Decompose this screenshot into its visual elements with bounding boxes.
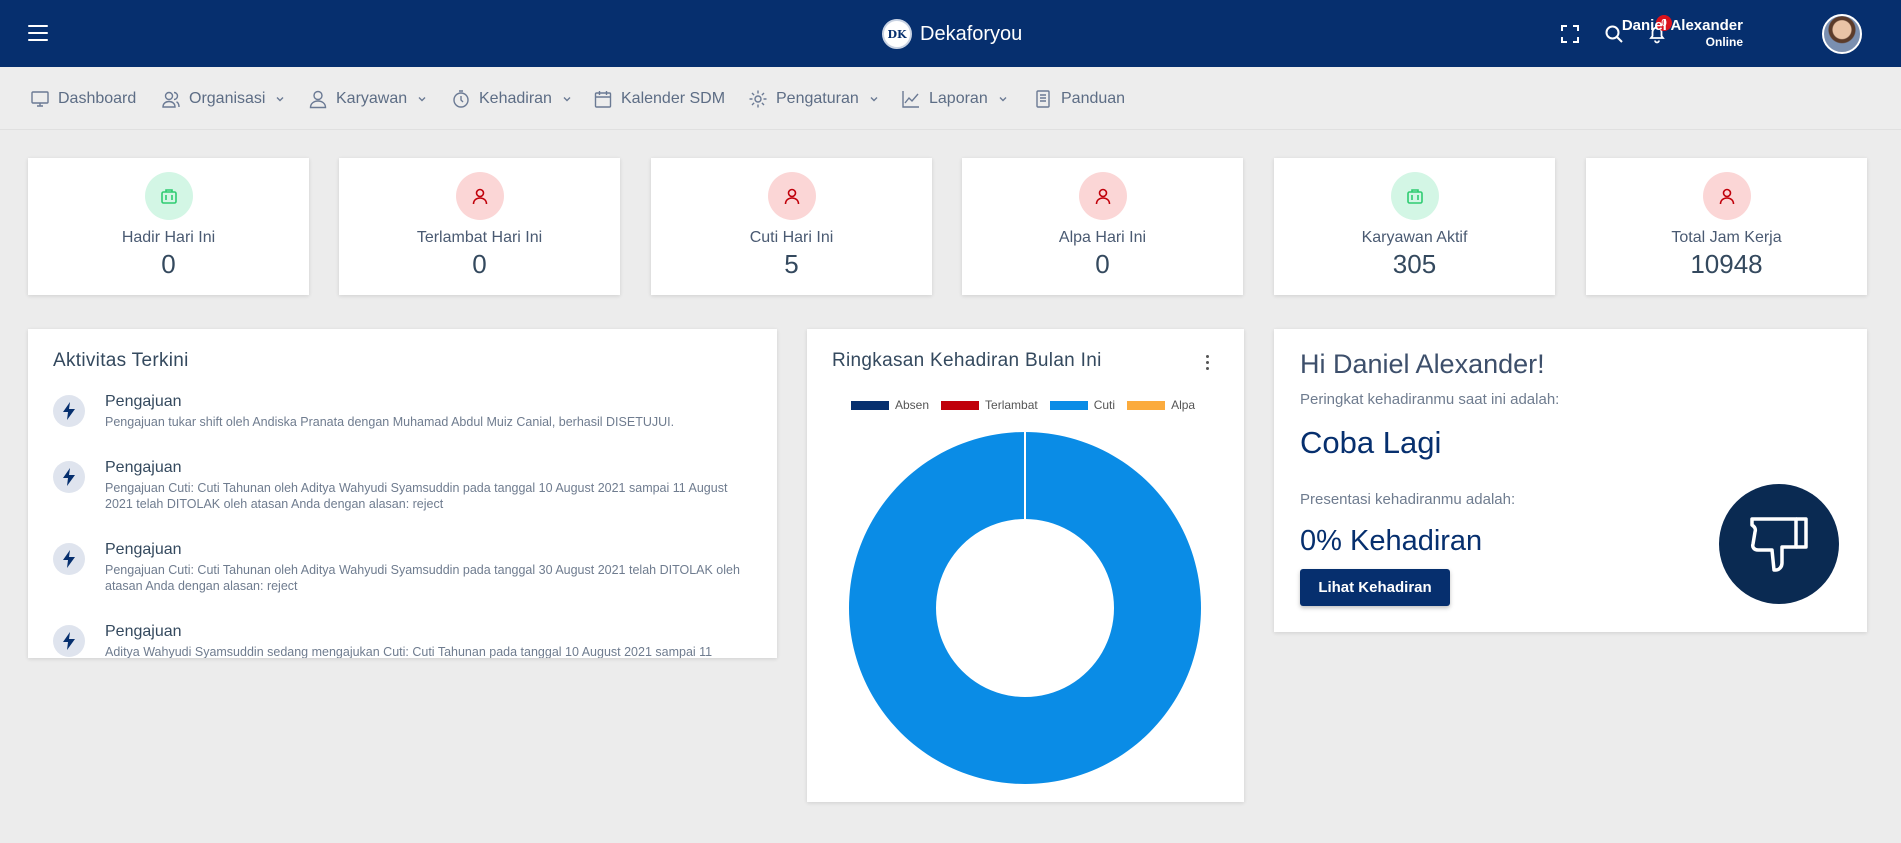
nav-label: Organisasi (189, 90, 266, 107)
thumbs-down-icon (1719, 484, 1839, 604)
activity-item-desc: Pengajuan Cuti: Cuti Tahunan oleh Aditya… (105, 563, 740, 593)
briefcase-icon (1390, 172, 1439, 220)
nav-label: Panduan (1061, 90, 1126, 107)
view-attendance-button[interactable]: Lihat Kehadiran (1300, 569, 1450, 606)
lightning-icon (53, 625, 85, 657)
calendar-icon (594, 91, 612, 108)
nav-organisasi[interactable]: Organisasi (161, 87, 285, 111)
stat-card-alpa: Alpa Hari Ini 0 (962, 158, 1243, 295)
nav-laporan[interactable]: Laporan (901, 87, 1008, 111)
main-nav: Dashboard Organisasi Karyawan Kehadiran … (0, 67, 1901, 130)
user-icon (1078, 172, 1127, 220)
fullscreen-icon[interactable] (1560, 24, 1580, 44)
stat-label: Cuti Hari Ini (749, 229, 834, 246)
users-icon (162, 91, 180, 108)
activity-panel[interactable]: Aktivitas Terkini Pengajuan Pengajuan tu… (28, 329, 777, 658)
activity-item-title: Pengajuan (105, 459, 182, 476)
rank-value: Coba Lagi (1300, 425, 1442, 460)
activity-item-title: Pengajuan (105, 541, 182, 558)
nav-label: Pengaturan (776, 90, 859, 107)
lightning-icon (53, 543, 85, 575)
stat-card-hadir: Hadir Hari Ini 0 (28, 158, 309, 295)
stat-label: Karyawan Aktif (1361, 229, 1468, 246)
chevron-down-icon (870, 97, 878, 102)
avatar[interactable] (1822, 14, 1862, 54)
stat-value: 0 (1095, 249, 1110, 279)
user-icon (309, 90, 327, 109)
attendance-summary-panel: Ringkasan Kehadiran Bulan Ini Absen Terl… (807, 329, 1244, 802)
chevron-down-icon (276, 97, 284, 102)
nav-label: Kehadiran (479, 90, 552, 107)
chart-line-icon (902, 91, 919, 108)
stat-label: Hadir Hari Ini (121, 229, 216, 246)
percent-label: Presentasi kehadiranmu adalah: (1300, 491, 1516, 508)
chevron-down-icon (999, 97, 1007, 102)
nav-pengaturan[interactable]: Pengaturan (748, 87, 879, 111)
percent-value: 0% Kehadiran (1300, 525, 1483, 557)
stat-value: 10948 (1690, 249, 1763, 279)
stat-label: Terlambat Hari Ini (416, 229, 543, 246)
menu-icon[interactable] (28, 25, 48, 41)
brand-name: Dekaforyou (920, 22, 1023, 45)
nav-label: Kalender SDM (621, 90, 726, 107)
user-status: Online (1705, 35, 1743, 49)
nav-label: Karyawan (336, 90, 408, 107)
stat-label: Total Jam Kerja (1671, 229, 1782, 246)
top-bar: DK Dekaforyou 0 Daniel Alexander Online (0, 0, 1901, 67)
greeting-panel: Hi Daniel Alexander! Peringkat kehadiran… (1274, 329, 1867, 632)
stat-label: Alpa Hari Ini (1058, 229, 1147, 246)
nav-label: Laporan (929, 90, 988, 107)
lightning-icon (53, 461, 85, 493)
chevron-down-icon (418, 97, 426, 102)
stopwatch-icon (453, 90, 469, 108)
user-icon (767, 172, 816, 220)
activity-item-title: Pengajuan (105, 393, 182, 410)
monitor-icon (31, 91, 49, 107)
user-icon (455, 172, 504, 220)
briefcase-icon (144, 172, 193, 220)
gear-icon (749, 90, 767, 108)
lightning-icon (53, 395, 85, 427)
brand[interactable]: DK Dekaforyou (882, 19, 1022, 49)
stat-value: 305 (1392, 249, 1437, 279)
nav-panduan[interactable]: Panduan (1033, 87, 1125, 111)
activity-title: Aktivitas Terkini (53, 350, 189, 371)
stat-value: 0 (472, 249, 487, 279)
activity-item-desc: Pengajuan tukar shift oleh Andiska Prana… (105, 415, 675, 429)
book-icon (1036, 90, 1050, 108)
rank-label: Peringkat kehadiranmu saat ini adalah: (1300, 391, 1560, 408)
stat-card-karyawan-aktif: Karyawan Aktif 305 (1274, 158, 1555, 295)
stat-card-cuti: Cuti Hari Ini 5 (651, 158, 932, 295)
nav-kalender-sdm[interactable]: Kalender SDM (593, 87, 725, 111)
brand-logo: DK (882, 19, 912, 49)
activity-item-title: Pengajuan (105, 623, 182, 640)
chevron-down-icon (563, 97, 571, 102)
greeting-title: Hi Daniel Alexander! (1300, 349, 1545, 379)
donut-chart (848, 432, 1201, 784)
stat-value: 5 (784, 249, 799, 279)
stat-value: 0 (161, 249, 176, 279)
nav-kehadiran[interactable]: Kehadiran (451, 87, 572, 111)
stat-card-terlambat: Terlambat Hari Ini 0 (339, 158, 620, 295)
stat-card-total-jam-kerja: Total Jam Kerja 10948 (1586, 158, 1867, 295)
user-icon (1702, 172, 1751, 220)
nav-label: Dashboard (58, 90, 137, 107)
nav-dashboard[interactable]: Dashboard (30, 87, 136, 111)
nav-karyawan[interactable]: Karyawan (308, 87, 427, 111)
activity-item-desc: Aditya Wahyudi Syamsuddin sedang mengaju… (105, 645, 713, 658)
user-name[interactable]: Daniel Alexander (1622, 17, 1743, 34)
activity-item-desc: Pengajuan Cuti: Cuti Tahunan oleh Aditya… (105, 481, 728, 511)
